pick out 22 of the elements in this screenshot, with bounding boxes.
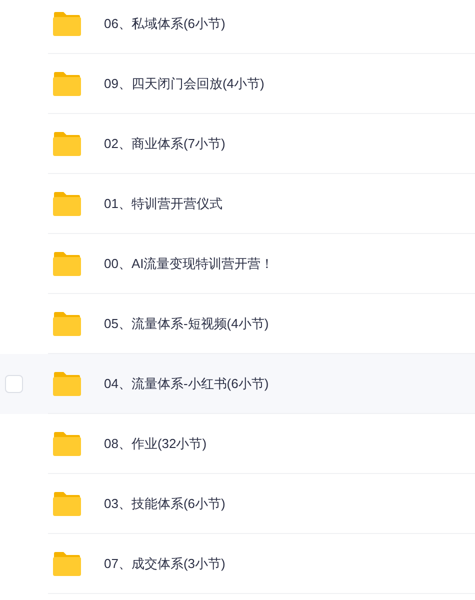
folder-icon <box>52 250 82 276</box>
folder-icon <box>52 10 82 36</box>
folder-name: 09、四天闭门会回放(4小节) <box>104 74 264 93</box>
folder-icon <box>52 490 82 516</box>
folder-icon <box>52 130 82 156</box>
folder-icon <box>52 550 82 576</box>
folder-name: 08、作业(32小节) <box>104 434 207 453</box>
folder-name: 05、流量体系-短视频(4小节) <box>104 314 269 333</box>
folder-icon <box>52 310 82 336</box>
folder-icon <box>52 370 82 396</box>
row-checkbox[interactable] <box>5 375 23 393</box>
folder-name: 03、技能体系(6小节) <box>104 494 226 513</box>
folder-icon <box>52 190 82 216</box>
folder-row[interactable]: 04、流量体系-小红书(6小节) <box>0 354 475 414</box>
folder-icon <box>52 70 82 96</box>
folder-name: 02、商业体系(7小节) <box>104 134 226 153</box>
folder-icon <box>52 430 82 456</box>
folder-name: 01、特训营开营仪式 <box>104 194 222 213</box>
folder-name: 04、流量体系-小红书(6小节) <box>104 374 269 393</box>
folder-name: 07、成交体系(3小节) <box>104 554 226 573</box>
folder-name: 06、私域体系(6小节) <box>104 14 226 33</box>
folder-name: 00、AI流量变现特训营开营！ <box>104 254 274 273</box>
